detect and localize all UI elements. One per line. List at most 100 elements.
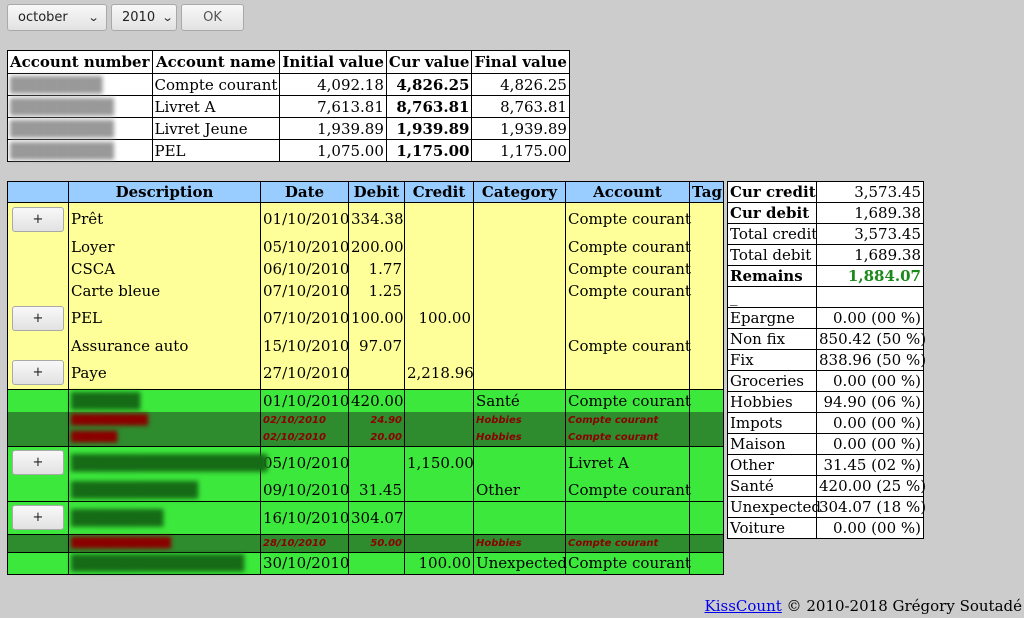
op-date[interactable]: 01/10/2010 [260, 389, 349, 412]
op-tag[interactable] [689, 479, 724, 501]
op-tag[interactable] [689, 356, 724, 390]
op-account[interactable]: Compte courant [565, 334, 691, 357]
op-credit[interactable] [404, 533, 474, 552]
op-date[interactable]: 01/10/2010 [260, 202, 349, 236]
operation-row[interactable]: + Paye 27/10/2010 2,218.96 [7, 356, 724, 390]
op-debit[interactable] [348, 551, 405, 575]
op-date[interactable]: 16/10/2010 [260, 500, 349, 534]
op-date[interactable]: 09/10/2010 [260, 479, 349, 501]
op-category[interactable]: Other [473, 479, 566, 501]
op-account[interactable]: Compte courant [565, 411, 690, 429]
operation-row[interactable]: ██████ 01/10/2010 420.00 Santé Compte co… [7, 389, 724, 412]
op-tag[interactable] [689, 257, 724, 280]
op-category[interactable] [473, 301, 566, 335]
op-category[interactable]: Hobbies [473, 411, 566, 429]
op-category[interactable] [473, 257, 566, 280]
op-tag[interactable] [689, 279, 724, 302]
op-description[interactable]: █████████████████ [68, 445, 267, 479]
op-category[interactable] [473, 279, 566, 302]
op-account[interactable]: Compte courant [565, 235, 691, 258]
suboperation-row[interactable]: ██████████ 02/10/2010 24.90 Hobbies Comp… [7, 411, 724, 429]
op-date[interactable]: 27/10/2010 [260, 356, 349, 390]
op-date[interactable]: 05/10/2010 [260, 235, 349, 258]
op-debit[interactable] [348, 356, 405, 390]
operation-row[interactable]: ███████████ 09/10/2010 31.45 Other Compt… [7, 479, 724, 501]
op-description[interactable]: Paye [68, 356, 261, 390]
op-category[interactable]: Santé [473, 389, 566, 412]
op-tag[interactable] [689, 235, 724, 258]
op-category[interactable] [473, 445, 566, 479]
op-category[interactable]: Hobbies [473, 428, 566, 446]
add-suboperation-button[interactable]: + [12, 360, 64, 386]
op-category[interactable] [473, 356, 566, 390]
op-debit[interactable] [348, 445, 405, 479]
op-date[interactable]: 15/10/2010 [260, 334, 349, 357]
op-description[interactable]: ████████ [68, 500, 261, 534]
op-account[interactable] [565, 356, 690, 390]
add-suboperation-button[interactable]: + [12, 505, 64, 530]
operation-row[interactable]: + █████████████████ 05/10/2010 1,150.00 … [7, 445, 724, 479]
kisscount-link[interactable]: KissCount [705, 597, 782, 615]
op-tag[interactable] [689, 334, 724, 357]
year-select[interactable]: 2010 ⌄ [111, 4, 177, 31]
op-category[interactable] [473, 235, 566, 258]
op-description[interactable]: Prêt [68, 202, 261, 236]
operation-row[interactable]: + PEL 07/10/2010 100.00 100.00 [7, 301, 724, 335]
op-date[interactable]: 07/10/2010 [260, 301, 349, 335]
op-debit[interactable]: 1.25 [348, 279, 405, 302]
op-account[interactable]: Livret A [565, 445, 690, 479]
op-account[interactable]: Compte courant [565, 389, 691, 412]
op-tag[interactable] [689, 301, 724, 335]
op-account[interactable]: Compte courant [565, 479, 691, 501]
op-tag[interactable] [689, 500, 724, 534]
add-suboperation-button[interactable]: + [12, 305, 64, 331]
op-credit[interactable] [404, 389, 474, 412]
op-debit[interactable]: 334.38 [348, 202, 405, 236]
suboperation-row[interactable]: ██████ 02/10/2010 20.00 Hobbies Compte c… [7, 428, 724, 446]
op-debit[interactable]: 50.00 [348, 533, 405, 552]
op-credit[interactable]: 100.00 [404, 551, 474, 575]
op-description[interactable]: PEL [68, 301, 261, 335]
operation-row[interactable]: ███████████████ 30/10/2010 100.00 Unexpe… [7, 551, 724, 575]
op-account[interactable]: Compte courant [565, 202, 691, 236]
op-date[interactable]: 06/10/2010 [260, 257, 349, 280]
op-tag[interactable] [689, 202, 724, 236]
op-tag[interactable] [689, 445, 724, 479]
op-credit[interactable]: 100.00 [404, 301, 474, 335]
add-suboperation-button[interactable]: + [12, 450, 64, 476]
op-account[interactable]: Compte courant [565, 533, 690, 552]
op-date[interactable]: 02/10/2010 [260, 411, 349, 429]
op-category[interactable] [473, 334, 566, 357]
op-description[interactable]: ███████████████ [68, 551, 261, 575]
operation-row[interactable]: + ████████ 16/10/2010 304.07 [7, 500, 724, 534]
op-debit[interactable]: 31.45 [348, 479, 405, 501]
op-tag[interactable] [689, 428, 724, 446]
month-select[interactable]: october ⌄ [7, 4, 107, 31]
op-description[interactable]: ██████ [68, 389, 261, 412]
op-credit[interactable] [404, 500, 474, 534]
op-date[interactable]: 30/10/2010 [260, 551, 349, 575]
op-tag[interactable] [689, 411, 724, 429]
op-description[interactable]: Loyer [68, 235, 261, 258]
ok-button[interactable]: OK [181, 4, 244, 31]
op-date[interactable]: 05/10/2010 [260, 445, 349, 479]
op-debit[interactable]: 20.00 [348, 428, 405, 446]
op-debit[interactable]: 304.07 [348, 500, 405, 534]
op-credit[interactable] [404, 428, 474, 446]
op-debit[interactable]: 1.77 [348, 257, 405, 280]
suboperation-row[interactable]: █████████████ 28/10/2010 50.00 Hobbies C… [7, 533, 724, 552]
op-date[interactable]: 02/10/2010 [260, 428, 349, 446]
op-description[interactable]: ██████████ [68, 411, 261, 429]
op-debit[interactable]: 24.90 [348, 411, 405, 429]
op-debit[interactable]: 420.00 [348, 389, 405, 412]
op-tag[interactable] [689, 389, 724, 412]
operation-row[interactable]: Loyer 05/10/2010 200.00 Compte courant [7, 235, 724, 258]
operation-row[interactable]: CSCA 06/10/2010 1.77 Compte courant [7, 257, 724, 280]
op-account[interactable]: Compte courant [565, 551, 691, 575]
op-category[interactable]: Hobbies [473, 533, 566, 552]
op-debit[interactable]: 200.00 [348, 235, 405, 258]
op-debit[interactable]: 97.07 [348, 334, 405, 357]
op-tag[interactable] [689, 551, 724, 575]
op-credit[interactable] [404, 202, 474, 236]
op-account[interactable]: Compte courant [565, 428, 690, 446]
